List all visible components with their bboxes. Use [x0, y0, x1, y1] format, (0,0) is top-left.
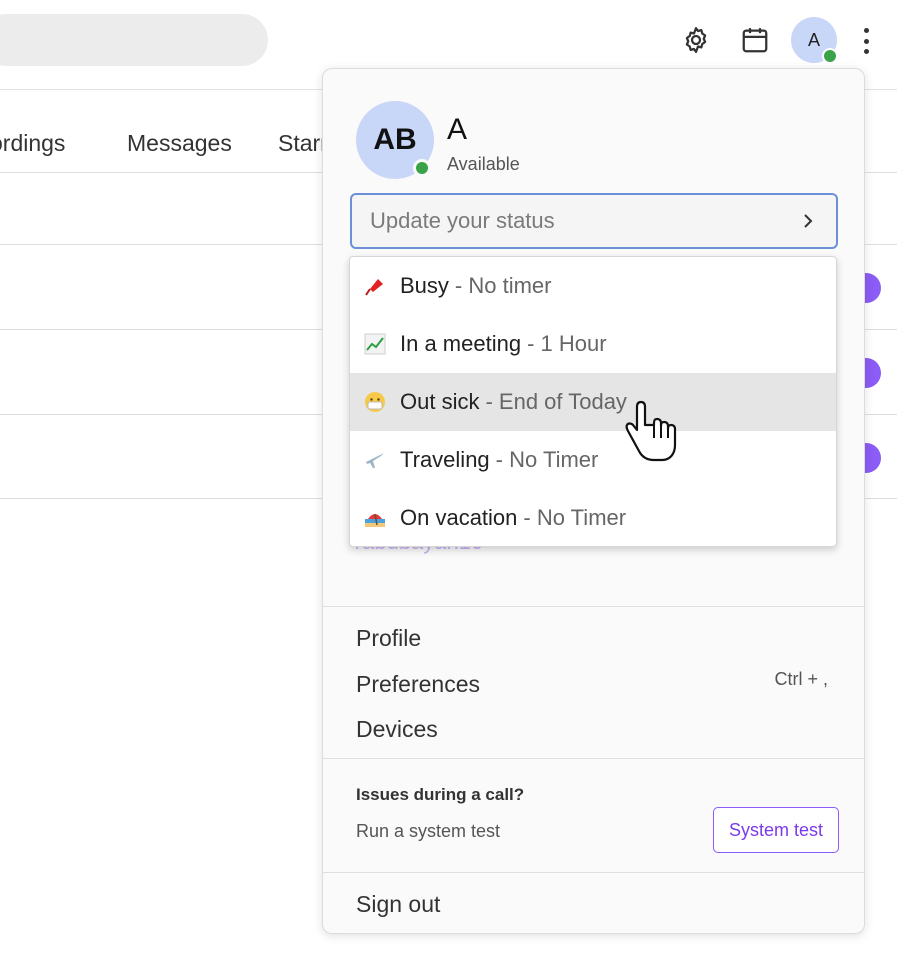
status-option-traveling[interactable]: Traveling - No Timer: [350, 431, 836, 489]
status-option-busy[interactable]: Busy - No timer: [350, 257, 836, 315]
profile-avatar-initials: AB: [373, 123, 417, 156]
preferences-shortcut: Ctrl + ,: [774, 669, 828, 689]
status-option-in-a-meeting[interactable]: In a meeting - 1 Hour: [350, 315, 836, 373]
status-option-label: Busy: [400, 273, 449, 298]
tab-messages[interactable]: Messages: [127, 130, 232, 157]
status-option-label: In a meeting: [400, 331, 522, 356]
status-option-on-vacation[interactable]: On vacation - No Timer: [350, 489, 836, 547]
preferences-menu-item[interactable]: Preferences: [356, 671, 480, 698]
status-option-label: Traveling: [400, 447, 490, 472]
update-status-input[interactable]: Update your status: [350, 193, 838, 249]
menu-divider: [323, 872, 864, 873]
airplane-icon: [364, 449, 386, 471]
menu-divider: [323, 758, 864, 759]
beach-umbrella-icon: [364, 507, 386, 529]
presence-status: Available: [447, 154, 520, 174]
more-options-button[interactable]: [856, 24, 876, 58]
tab-starred[interactable]: Starr: [278, 130, 328, 157]
kebab-dot: [863, 38, 869, 44]
status-option-duration: - No Timer: [495, 447, 599, 472]
kebab-dot: [863, 49, 869, 54]
tab-recordings[interactable]: ordings: [0, 130, 65, 157]
profile-name: A: [447, 113, 468, 146]
devices-menu-item[interactable]: Devices: [356, 716, 438, 743]
chart-up-icon: [364, 333, 386, 355]
status-dropdown: Busy - No timer In a meeting - 1 Hour Ou…: [349, 256, 837, 547]
status-placeholder: Update your status: [370, 208, 555, 233]
status-option-out-sick[interactable]: Out sick - End of Today: [350, 373, 836, 431]
status-option-duration: - No timer: [454, 273, 552, 298]
status-option-label: Out sick: [400, 389, 480, 414]
status-option-duration: - 1 Hour: [527, 331, 607, 356]
search-bar[interactable]: [0, 14, 268, 66]
status-option-label: On vacation: [400, 505, 518, 530]
avatar-initial: A: [807, 29, 820, 50]
system-test-button[interactable]: System test: [713, 807, 839, 853]
gear-icon: [685, 27, 707, 53]
mask-face-icon: [364, 391, 386, 413]
sign-out-menu-item[interactable]: Sign out: [356, 891, 440, 918]
hand-cursor-icon: [625, 400, 677, 462]
profile-menu-item[interactable]: Profile: [356, 625, 421, 652]
issues-title: Issues during a call?: [356, 785, 525, 804]
presence-dot: [822, 48, 838, 64]
calendar-icon: [742, 28, 768, 53]
issues-subtitle: Run a system test: [356, 821, 501, 841]
status-option-duration: - End of Today: [485, 389, 627, 414]
kebab-dot: [863, 28, 869, 33]
menu-divider: [323, 606, 864, 607]
calendar-button[interactable]: [735, 20, 775, 60]
red-pin-icon: [364, 275, 386, 297]
settings-button[interactable]: [676, 20, 716, 60]
status-option-duration: - No Timer: [523, 505, 627, 530]
chevron-right-icon: [798, 211, 818, 231]
presence-dot: [413, 159, 431, 177]
